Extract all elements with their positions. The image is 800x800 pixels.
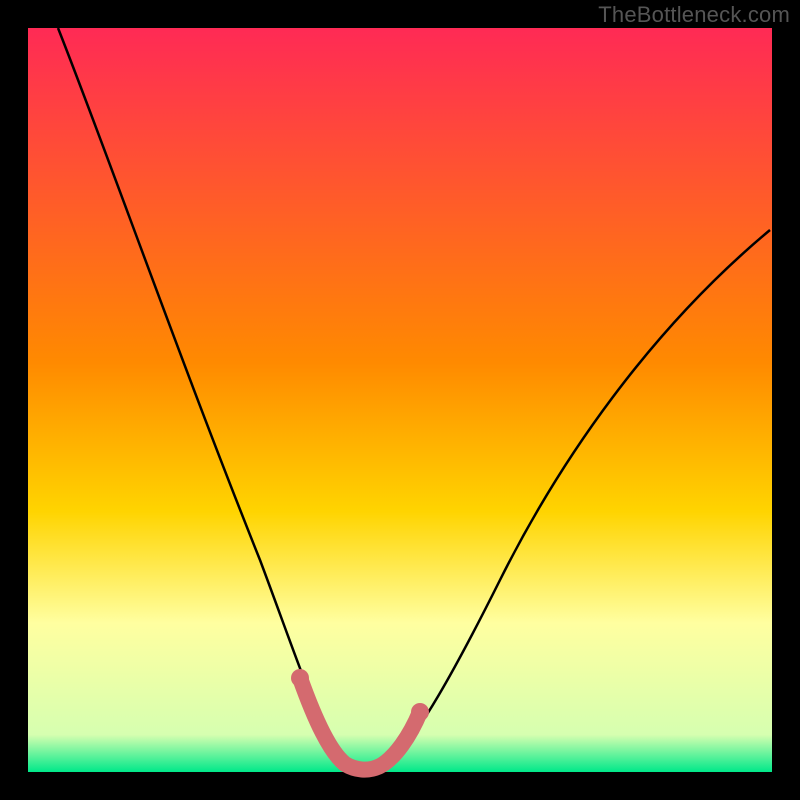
plot-area xyxy=(28,28,772,772)
chart-svg xyxy=(0,0,800,800)
chart-frame: TheBottleneck.com xyxy=(0,0,800,800)
sweet-spot-dot-left xyxy=(291,669,309,687)
sweet-spot-dot-right xyxy=(411,703,429,721)
watermark-text: TheBottleneck.com xyxy=(598,2,790,28)
